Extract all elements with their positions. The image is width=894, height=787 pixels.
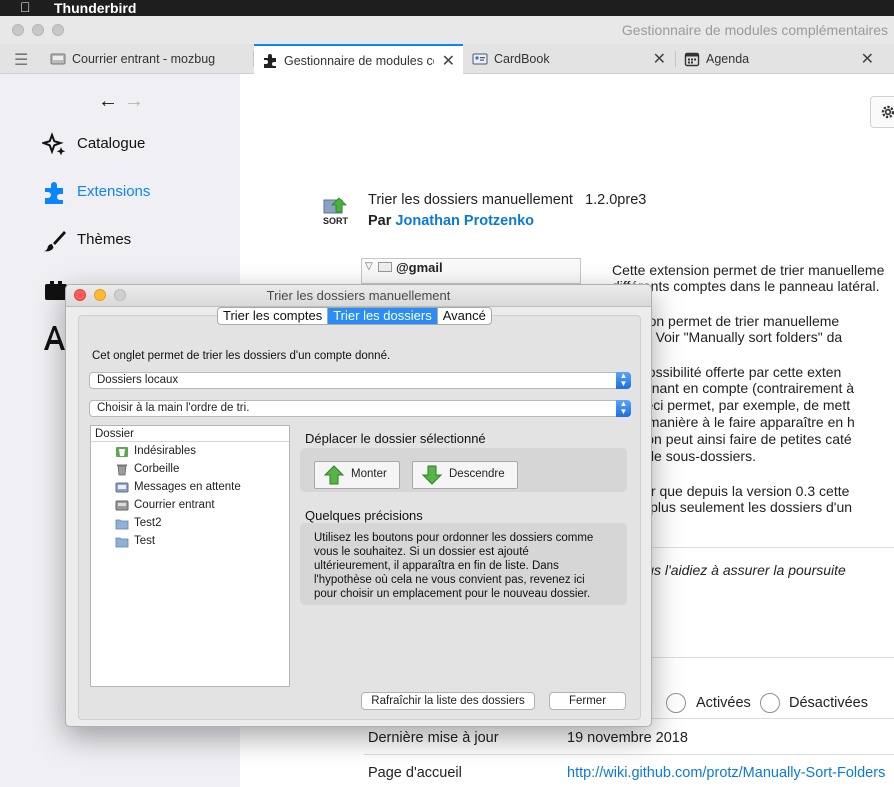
homepage-label: Page d'accueil [368,765,462,781]
app-menu-name[interactable]: Thunderbird [54,0,136,16]
sidebar-item-label: Thèmes [77,231,132,248]
window-title: Gestionnaire de modules complémentaires [621,22,888,38]
dialog-tabs: Trier les comptes Trier les dossiers Ava… [217,307,492,325]
outbox-folder-icon [115,482,129,493]
notes-line: pour choisir un emplacement pour le nouv… [314,588,591,600]
tab-addons-manager[interactable]: Gestionnaire de modules complémentaires … [254,44,463,75]
radio-updates-on[interactable] [666,693,686,713]
close-window-button[interactable] [12,24,24,36]
tools-gear-button[interactable] [870,96,894,128]
down-arrow-icon [421,465,443,485]
tab-agenda[interactable]: Agenda ✕ [676,44,882,74]
puzzle-icon [45,182,63,204]
homepage-value: http://wiki.github.com/protz/Manually-So… [567,765,885,781]
tab-label: Agenda [706,52,750,66]
tab-label: Gestionnaire de modules complémentaires [284,54,434,68]
description-line: Cette extension permet de trier manuelle… [612,262,885,278]
description-line: différents comptes dans le panneau latér… [612,278,880,294]
folder-icon [115,519,129,530]
tab-label: Courrier entrant - mozbug [72,52,216,66]
svg-text:SORT: SORT [323,216,349,226]
tab-sort-folders[interactable]: Trier les dossiers [328,308,438,324]
notes-line: ultérieurement, il apparaîtra en fin de … [314,560,559,572]
up-arrow-icon [323,465,345,485]
puzzle-icon [264,54,276,68]
addressbook-icon [472,53,488,65]
sidebar-item-label: Extensions [77,183,151,200]
radio-off-label: Désactivées [789,695,868,711]
last-update-label: Dernière mise à jour [368,730,499,746]
notes-line: l'hypothèse où cela ne vous convient pas… [314,574,585,586]
close-button[interactable]: Fermer [549,692,626,710]
close-tab-icon[interactable]: ✕ [861,49,874,69]
back-arrow-icon[interactable]: ← [98,90,118,113]
addon-title: Trier les dossiers manuellement 1.2.0pre… [368,192,646,208]
intro-text: Cet onglet permet de trier les dossiers … [92,350,391,362]
dialog-title: Trier les dossiers manuellement [266,288,451,303]
preview-account-label: @gmail [396,260,443,275]
window-titlebar: Gestionnaire de modules complémentaires [0,16,894,44]
last-update-value: 19 novembre 2018 [567,730,688,746]
minimize-window-button[interactable] [32,24,44,36]
apple-icon[interactable]:  [20,0,31,15]
dialog-zoom-button[interactable] [114,289,126,301]
inbox-icon [50,53,66,65]
addon-author: Par Jonathan Protzenko [368,213,534,229]
move-down-button[interactable]: Descendre [412,461,518,489]
move-section-title: Déplacer le dossier sélectionné [305,431,486,446]
refresh-folders-button[interactable]: Rafraîchir la liste des dossiers [361,692,535,710]
macos-menubar:  Thunderbird [0,0,894,16]
app-menu-icon[interactable]: ☰ [14,50,28,70]
close-tab-icon[interactable]: ✕ [442,51,455,71]
inbox-folder-icon [115,500,129,511]
sidebar-item-label: Catalogue [77,135,146,152]
notes-section-title: Quelques précisions [305,508,423,523]
dialog-tab-panel: Cet onglet permet de trier les dossiers … [78,315,641,720]
author-prefix: Par [368,213,392,229]
sort-folders-dialog: Trier les dossiers manuellement Cet ongl… [65,284,652,727]
brush-icon [44,231,66,252]
tab-label: CardBook [494,52,550,66]
select-stepper-icon: ▲ ▼ [616,400,631,417]
sort-method-value: Choisir à la main l'ordre de tri. [97,402,250,414]
addon-version: 1.2.0pre3 [585,192,647,208]
tab-advanced[interactable]: Avancé [438,308,491,324]
addon-name: Trier les dossiers manuellement [368,192,573,208]
dialog-titlebar: Trier les dossiers manuellement [66,285,651,307]
tab-bar: ☰ Courrier entrant - mozbug Gestionnaire… [0,44,894,75]
tab-inbox[interactable]: Courrier entrant - mozbug [42,44,252,74]
section-divider [364,754,894,755]
account-select-value: Dossiers locaux [97,374,179,386]
notes-line: vous le souhaitez. Si un dossier est ajo… [314,546,529,558]
sort-addon-icon: SORT [323,197,349,226]
tab-sort-accounts[interactable]: Trier les comptes [218,308,329,324]
notes-line: Utilisez les boutons pour ordonner les d… [314,532,594,544]
account-select[interactable]: Dossiers locaux ▲ ▼ [89,372,631,389]
gear-icon [881,105,894,119]
forward-arrow-icon[interactable]: → [124,90,144,113]
folder-icon [115,537,129,548]
junk-folder-icon [116,447,128,457]
move-up-button[interactable]: Monter [314,461,400,489]
author-link[interactable]: Jonathan Protzenko [395,213,534,229]
sparkle-icon [42,132,66,156]
radio-updates-off[interactable] [760,693,780,713]
radio-on-label: Activées [696,695,751,711]
homepage-link[interactable]: http://wiki.github.com/protz/Manually-So… [567,765,885,781]
tab-cardbook[interactable]: CardBook ✕ [464,44,674,74]
select-stepper-icon: ▲ ▼ [616,372,631,389]
dialog-close-button[interactable] [74,289,86,301]
sort-method-select[interactable]: Choisir à la main l'ordre de tri. ▲ ▼ [89,400,631,417]
folder-tree[interactable]: Dossier Indésirables Corbeille Messages … [90,425,290,687]
calendar-icon [684,52,700,67]
trash-folder-icon [117,464,127,476]
dialog-minimize-button[interactable] [94,289,106,301]
zoom-window-button[interactable] [52,24,64,36]
close-tab-icon[interactable]: ✕ [653,49,666,69]
addon-preview-image: ▽ @gmail [361,258,581,284]
tree-column-header[interactable]: Dossier [91,426,289,442]
